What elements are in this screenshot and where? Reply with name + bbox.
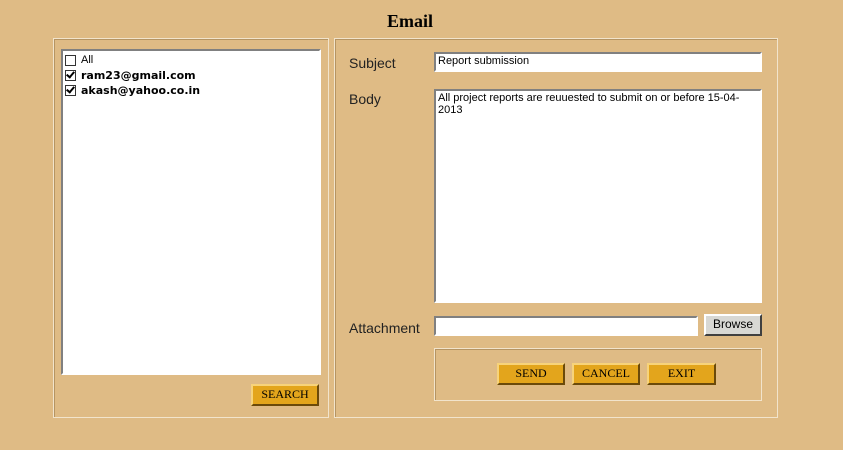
search-button[interactable]: SEARCH: [251, 384, 319, 406]
subject-label: Subject: [349, 55, 396, 71]
recipient-label: All: [81, 54, 94, 66]
recipient-item[interactable]: akash@yahoo.co.in: [65, 83, 319, 98]
recipient-item-all[interactable]: All: [65, 53, 319, 68]
checkbox-recipient[interactable]: [65, 85, 76, 96]
send-button[interactable]: SEND: [497, 363, 565, 385]
recipient-list[interactable]: All ram23@gmail.com akash@yahoo.co.in: [61, 49, 321, 375]
subject-input[interactable]: Report submission: [434, 52, 762, 72]
attachment-label: Attachment: [349, 320, 420, 336]
checkbox-recipient[interactable]: [65, 70, 76, 81]
browse-button[interactable]: Browse: [704, 314, 762, 336]
window-title: Email: [386, 11, 433, 31]
recipient-label: akash@yahoo.co.in: [81, 84, 201, 97]
cancel-button[interactable]: CANCEL: [572, 363, 640, 385]
checkbox-all[interactable]: [65, 55, 76, 66]
attachment-input[interactable]: [434, 316, 698, 336]
recipient-label: ram23@gmail.com: [81, 69, 196, 82]
recipient-item[interactable]: ram23@gmail.com: [65, 68, 319, 83]
body-label: Body: [349, 91, 381, 107]
exit-button[interactable]: EXIT: [647, 363, 716, 385]
body-textarea[interactable]: All project reports are reuuested to sub…: [434, 89, 762, 303]
